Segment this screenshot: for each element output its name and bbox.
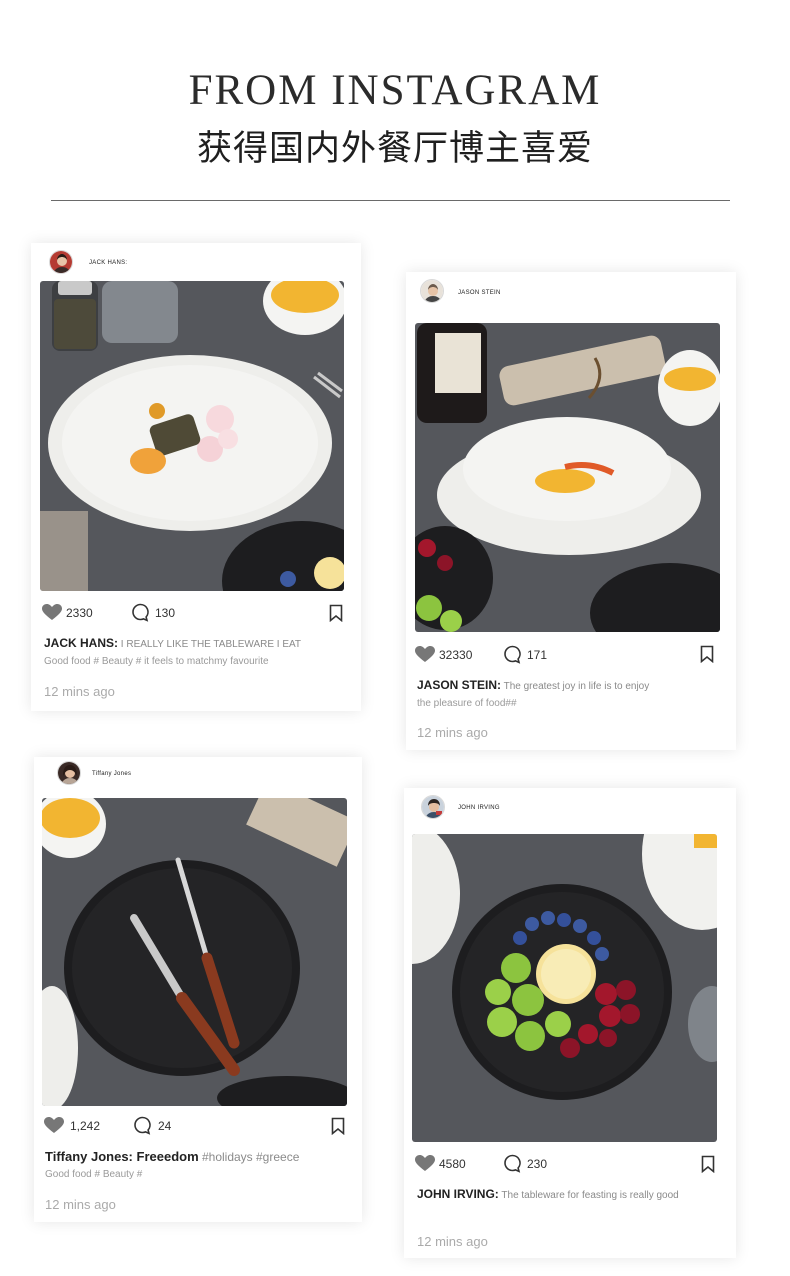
caption-text: The greatest joy in life is to enjoy xyxy=(501,681,650,692)
post-username[interactable]: JACK HANS: xyxy=(89,260,127,266)
heart-icon[interactable] xyxy=(42,604,62,621)
page-title: FROM INSTAGRAM xyxy=(188,67,602,114)
caption-text: #holidays #greece xyxy=(198,1150,300,1164)
comments-count: 24 xyxy=(158,1119,172,1133)
post-timestamp: 12 mins ago xyxy=(44,684,115,699)
heart-icon[interactable] xyxy=(44,1117,64,1134)
bookmark-icon[interactable] xyxy=(329,604,343,622)
post-caption: JASON STEIN: The greatest joy in life is… xyxy=(417,678,649,692)
caption-author: JACK HANS: xyxy=(44,636,119,650)
post-caption: JOHN IRVING: The tableware for feasting … xyxy=(417,1187,679,1201)
bookmark-icon[interactable] xyxy=(701,1155,715,1173)
heart-icon[interactable] xyxy=(415,1155,435,1172)
post-timestamp: 12 mins ago xyxy=(417,725,488,740)
comment-bubble-icon[interactable] xyxy=(131,603,150,622)
caption-tags: Good food # Beauty # xyxy=(45,1169,143,1180)
caption-tags: the pleasure of food## xyxy=(417,698,517,709)
bookmark-icon[interactable] xyxy=(331,1117,345,1135)
caption-author: Tiffany Jones: Freeedom xyxy=(45,1149,199,1164)
caption-tags: Good food # Beauty # it feels to matchmy… xyxy=(44,656,269,667)
caption-text: I REALLY LIKE THE TABLEWARE I EAT xyxy=(118,639,302,650)
bookmark-icon[interactable] xyxy=(700,645,714,663)
post-caption: Tiffany Jones: Freeedom #holidays #greec… xyxy=(45,1149,299,1164)
post-timestamp: 12 mins ago xyxy=(45,1197,116,1212)
avatar[interactable] xyxy=(420,279,444,303)
likes-count: 2330 xyxy=(66,606,93,620)
post-photo[interactable] xyxy=(412,834,717,1142)
post-username[interactable]: Tiffany Jones xyxy=(92,771,131,777)
comments-count: 130 xyxy=(155,606,176,620)
post-timestamp: 12 mins ago xyxy=(417,1234,488,1249)
likes-count: 32330 xyxy=(439,648,473,662)
comments-count: 171 xyxy=(527,648,548,662)
likes-count: 4580 xyxy=(439,1157,466,1171)
page-subtitle: 获得国内外餐厅博主喜爱 xyxy=(196,129,593,169)
avatar[interactable] xyxy=(421,795,445,819)
post-caption: JACK HANS: I REALLY LIKE THE TABLEWARE I… xyxy=(44,636,301,650)
post-username[interactable]: JOHN IRVING xyxy=(458,805,500,811)
heart-icon[interactable] xyxy=(415,646,435,663)
likes-count: 1,242 xyxy=(70,1119,101,1133)
post-photo[interactable] xyxy=(42,798,347,1106)
comment-bubble-icon[interactable] xyxy=(503,645,522,664)
comment-bubble-icon[interactable] xyxy=(503,1154,522,1173)
post-username[interactable]: JASON STEIN xyxy=(458,290,501,296)
avatar[interactable] xyxy=(49,250,73,274)
comments-count: 230 xyxy=(527,1157,548,1171)
post-photo[interactable] xyxy=(40,281,344,591)
avatar[interactable] xyxy=(57,761,81,785)
header-divider xyxy=(51,200,730,201)
post-photo[interactable] xyxy=(415,323,720,632)
caption-author: JASON STEIN: xyxy=(417,678,502,692)
caption-author: JOHN IRVING: xyxy=(417,1187,499,1201)
comment-bubble-icon[interactable] xyxy=(133,1116,152,1135)
caption-text: The tableware for feasting is really goo… xyxy=(498,1190,679,1201)
